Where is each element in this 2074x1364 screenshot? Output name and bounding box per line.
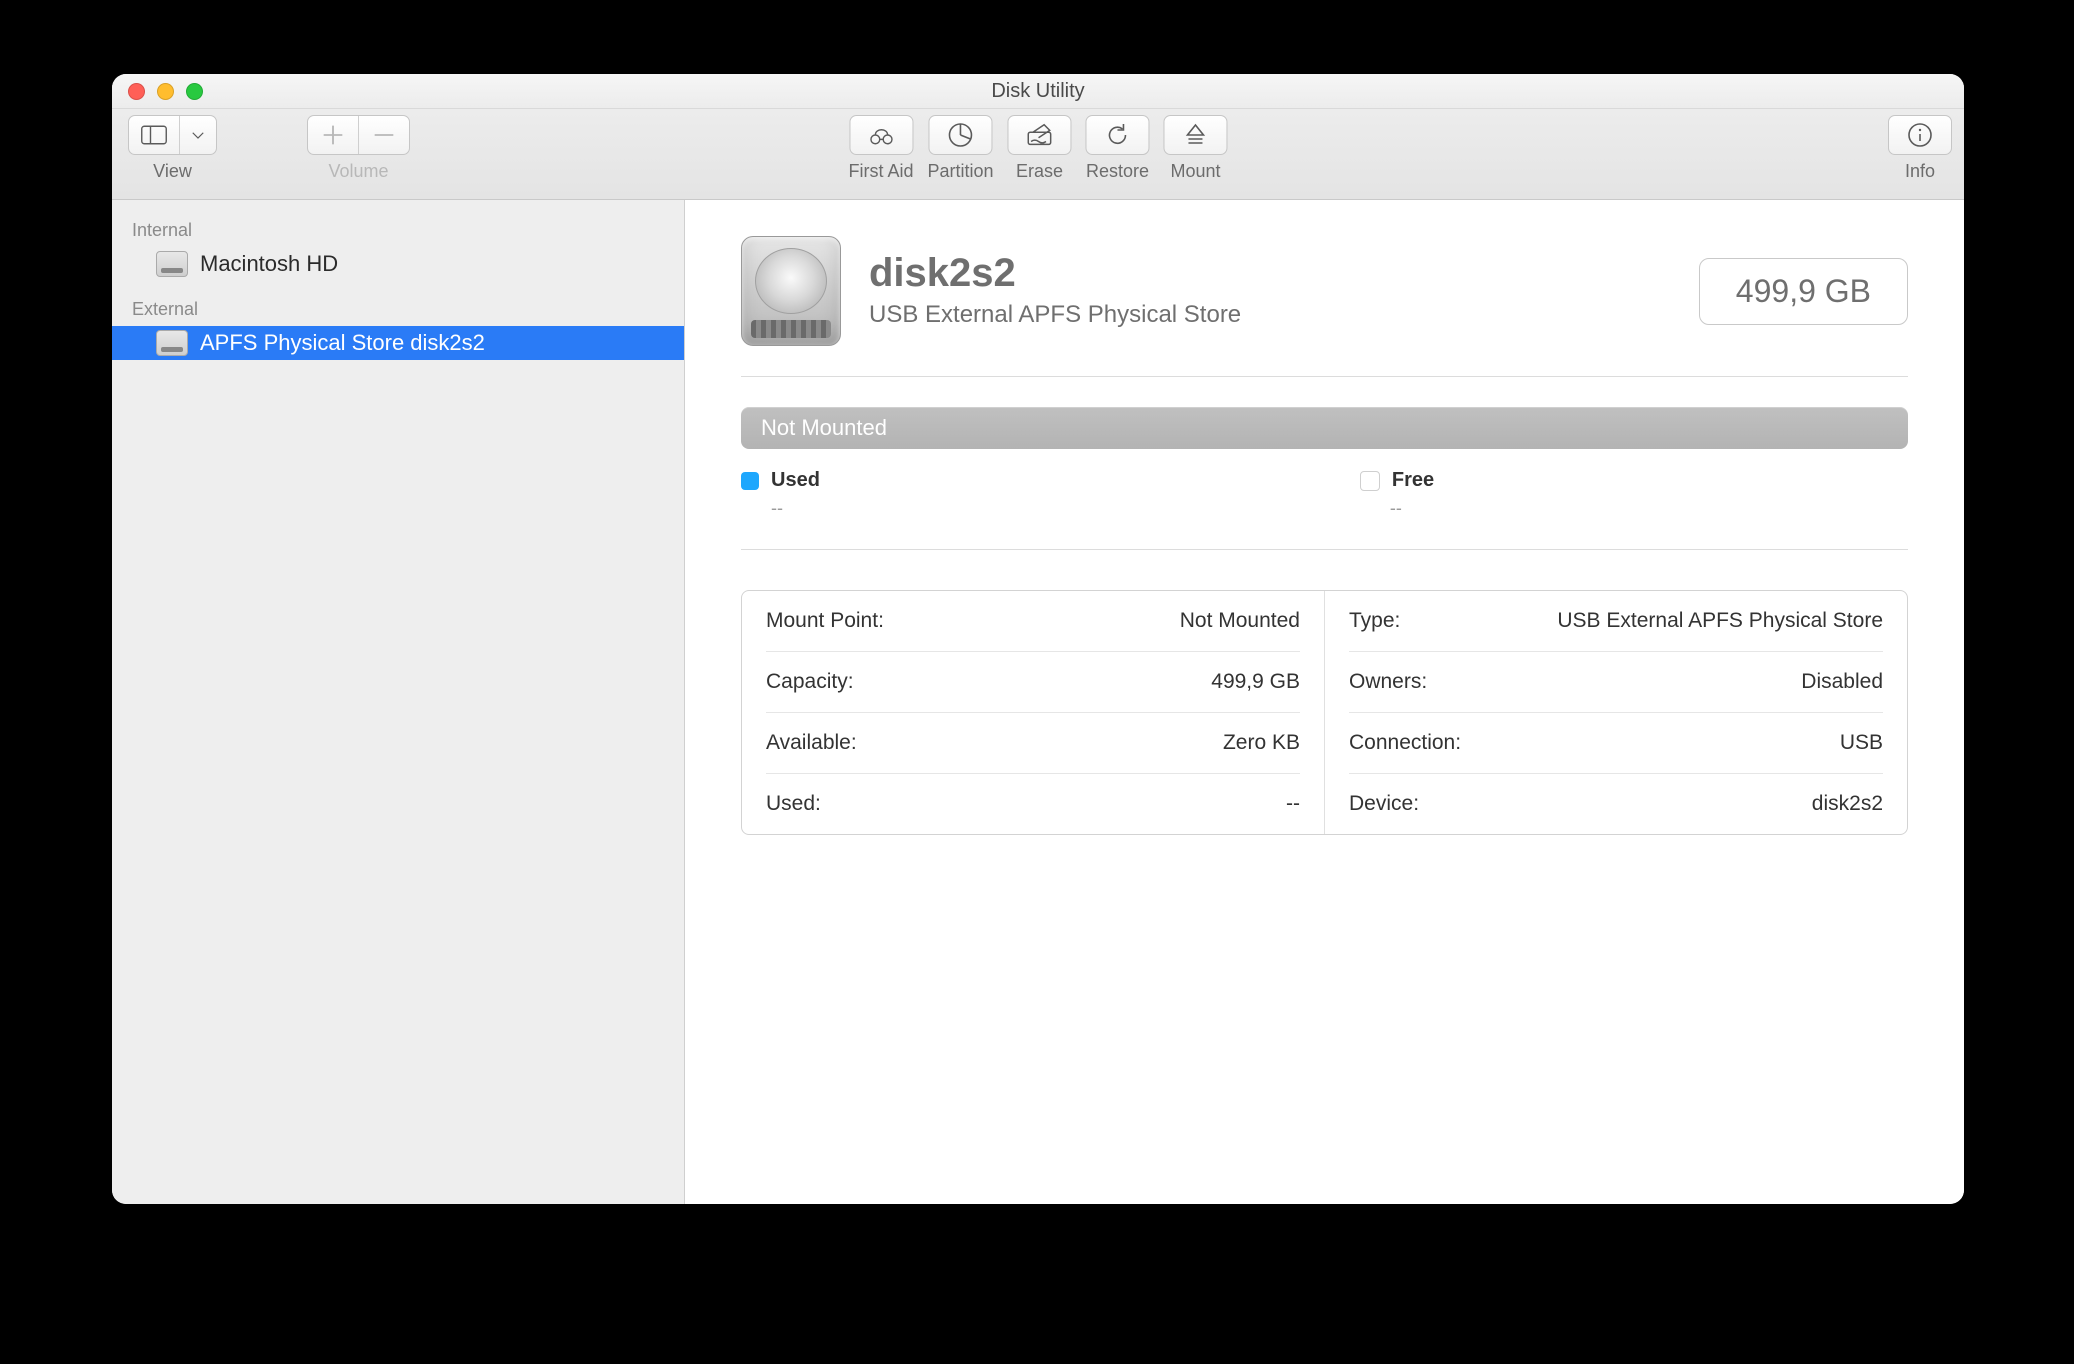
detail-value: Not Mounted (1180, 609, 1300, 633)
first-aid-icon (850, 116, 912, 154)
detail-key: Mount Point: (766, 609, 884, 633)
zoom-button[interactable] (186, 83, 203, 100)
minimize-button[interactable] (157, 83, 174, 100)
sidebar: Internal Macintosh HD External APFS Phys… (112, 200, 685, 1204)
close-button[interactable] (128, 83, 145, 100)
legend-free: Free -- (1360, 469, 1434, 519)
volume-label: Volume (328, 161, 388, 182)
sidebar-item-apfs-physical-store[interactable]: APFS Physical Store disk2s2 (112, 326, 684, 360)
titlebar: Disk Utility (112, 74, 1964, 109)
detail-value: Zero KB (1223, 731, 1300, 755)
first-aid-label: First Aid (848, 161, 913, 182)
volume-title: disk2s2 (869, 253, 1671, 293)
restore-icon (1087, 116, 1149, 154)
erase-button[interactable] (1008, 115, 1072, 155)
add-volume-button[interactable] (308, 116, 358, 154)
window-title: Disk Utility (112, 80, 1964, 103)
partition-button[interactable] (929, 115, 993, 155)
capacity-badge: 499,9 GB (1699, 258, 1908, 325)
window-controls (128, 83, 203, 100)
volume-subtitle: USB External APFS Physical Store (869, 301, 1671, 329)
detail-value: USB External APFS Physical Store (1557, 609, 1883, 633)
hard-disk-icon (156, 330, 188, 356)
detail-value: disk2s2 (1812, 792, 1883, 816)
restore-label: Restore (1086, 161, 1149, 182)
view-label: View (153, 161, 192, 182)
volume-buttons (307, 115, 410, 155)
separator (741, 549, 1908, 550)
detail-key: Used: (766, 792, 821, 816)
mount-status-bar: Not Mounted (741, 407, 1908, 449)
window-body: Internal Macintosh HD External APFS Phys… (112, 200, 1964, 1204)
detail-row: Owners: Disabled (1349, 652, 1883, 713)
swatch-used-icon (741, 472, 759, 490)
detail-row: Capacity: 499,9 GB (766, 652, 1300, 713)
info-button[interactable] (1888, 115, 1952, 155)
partition-label: Partition (927, 161, 993, 182)
legend-used-label: Used (771, 469, 820, 492)
info-icon (1889, 116, 1951, 154)
legend-free-value: -- (1360, 498, 1434, 519)
detail-key: Owners: (1349, 670, 1427, 694)
sidebar-toggle-icon (129, 116, 179, 154)
sidebar-item-label: APFS Physical Store disk2s2 (200, 330, 485, 356)
swatch-free-icon (1360, 471, 1380, 491)
mount-button[interactable] (1164, 115, 1228, 155)
restore-button[interactable] (1086, 115, 1150, 155)
erase-label: Erase (1016, 161, 1063, 182)
erase-icon (1009, 116, 1071, 154)
hard-disk-icon (156, 251, 188, 277)
details-col-right: Type: USB External APFS Physical Store Ow… (1325, 591, 1907, 834)
details-col-left: Mount Point: Not Mounted Capacity: 499,9 G… (742, 591, 1325, 834)
detail-row: Mount Point: Not Mounted (766, 591, 1300, 652)
detail-key: Capacity: (766, 670, 854, 694)
disk-utility-window: Disk Utility View (112, 74, 1964, 1204)
detail-row: Used: -- (766, 774, 1300, 834)
details-table: Mount Point: Not Mounted Capacity: 499,9 G… (741, 590, 1908, 835)
chevron-down-icon (179, 116, 216, 154)
volume-header: disk2s2 USB External APFS Physical Store… (741, 236, 1908, 346)
info-label: Info (1905, 161, 1935, 182)
main-panel: disk2s2 USB External APFS Physical Store… (685, 200, 1964, 1204)
separator (741, 376, 1908, 377)
detail-key: Connection: (1349, 731, 1461, 755)
detail-value: USB (1840, 731, 1883, 755)
detail-row: Type: USB External APFS Physical Store (1349, 591, 1883, 652)
sidebar-section-internal: Internal (112, 214, 684, 247)
mount-status-text: Not Mounted (761, 415, 887, 441)
detail-value: -- (1286, 792, 1300, 816)
remove-volume-button[interactable] (358, 116, 409, 154)
detail-value: 499,9 GB (1211, 670, 1300, 694)
partition-icon (930, 116, 992, 154)
mount-label: Mount (1171, 161, 1221, 182)
detail-key: Device: (1349, 792, 1419, 816)
legend-used: Used -- (741, 469, 820, 519)
sidebar-item-macintosh-hd[interactable]: Macintosh HD (112, 247, 684, 281)
detail-row: Available: Zero KB (766, 713, 1300, 774)
drive-illustration-icon (741, 236, 841, 346)
mount-icon (1165, 116, 1227, 154)
sidebar-item-label: Macintosh HD (200, 251, 338, 277)
detail-key: Type: (1349, 609, 1400, 633)
first-aid-button[interactable] (849, 115, 913, 155)
toolbar: View Volume (112, 109, 1964, 200)
legend-used-value: -- (741, 498, 820, 519)
legend-free-label: Free (1392, 469, 1434, 492)
detail-row: Connection: USB (1349, 713, 1883, 774)
detail-row: Device: disk2s2 (1349, 774, 1883, 834)
detail-value: Disabled (1801, 670, 1883, 694)
sidebar-section-external: External (112, 293, 684, 326)
view-button[interactable] (128, 115, 217, 155)
usage-legend: Used -- Free -- (741, 469, 1908, 519)
detail-key: Available: (766, 731, 857, 755)
